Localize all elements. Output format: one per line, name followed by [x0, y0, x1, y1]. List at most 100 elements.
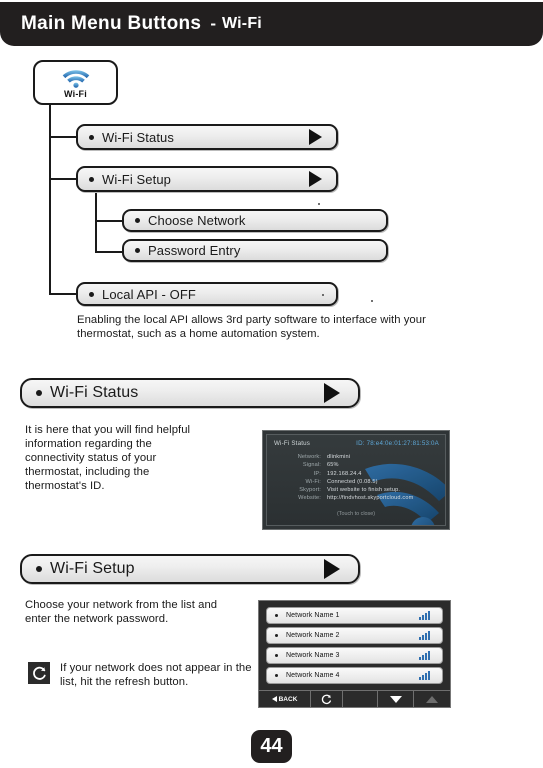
device-screenshot-wifi-status: Wi-Fi Status ID: 78:e4:0e:01:27:81:53:0A… — [262, 430, 450, 530]
signal-strength-icon — [419, 631, 430, 640]
bullet-icon — [89, 176, 94, 182]
tree-branch-choose — [95, 220, 122, 222]
menu-item-label: Password Entry — [148, 243, 241, 258]
back-button[interactable]: BACK — [259, 691, 311, 707]
menu-item-label: Wi-Fi Status — [102, 129, 174, 145]
device-thermostat-id: ID: 78:e4:0e:01:27:81:53:0A — [356, 440, 439, 447]
scan-speck — [322, 294, 324, 296]
scroll-down-button[interactable] — [378, 691, 414, 707]
network-list-item[interactable]: Network Name 1 — [266, 607, 443, 624]
header-separator: - — [210, 14, 216, 33]
device-touch-to-close[interactable]: (Touch to close) — [267, 511, 445, 517]
triangle-down-icon — [389, 695, 402, 703]
menu-item-wifi-setup[interactable]: Wi-Fi Setup — [76, 166, 338, 192]
row-key: Wi-Fi: — [305, 478, 321, 485]
wifi-status-description: It is here that you will find helpful in… — [25, 424, 191, 492]
tree-branch-status — [49, 136, 76, 138]
tree-trunk — [49, 105, 51, 295]
row-key: Skyport: — [299, 487, 321, 494]
device-status-row: Website: http://findvhost.skyportcloud.c… — [274, 495, 439, 501]
wifi-root-button[interactable]: Wi-Fi — [33, 60, 118, 105]
bullet-icon — [36, 566, 42, 572]
page-header: Main Menu Buttons - Wi-Fi — [0, 2, 543, 46]
triangle-up-icon — [426, 695, 438, 703]
bullet-icon — [135, 218, 140, 223]
network-list-item[interactable]: Network Name 3 — [266, 647, 443, 664]
device-status-row: Signal: 65% — [274, 462, 439, 468]
row-key: IP: — [313, 470, 321, 477]
row-value: Visit website to finish setup. — [327, 487, 401, 494]
row-value: http://findvhost.skyportcloud.com — [327, 495, 414, 502]
toolbar-spacer — [343, 691, 378, 707]
refresh-callout-icon-box — [28, 662, 50, 684]
scan-speck — [318, 203, 320, 205]
menu-item-wifi-status[interactable]: Wi-Fi Status — [76, 124, 338, 150]
chevron-right-icon — [324, 559, 340, 579]
chevron-right-icon — [309, 129, 322, 145]
tree-branch-localapi — [49, 293, 76, 295]
scan-speck — [371, 300, 373, 302]
tree-subtrunk — [95, 193, 97, 253]
device-screen-title: Wi-Fi Status — [274, 440, 311, 447]
bullet-icon — [36, 390, 42, 396]
network-name: Network Name 2 — [286, 632, 340, 639]
header-subtitle: Wi-Fi — [221, 15, 262, 32]
device-status-rows: Network: dlinkmini Signal: 65% IP: 192.1… — [274, 454, 439, 504]
chevron-right-icon — [324, 383, 340, 403]
bullet-icon — [275, 634, 278, 637]
menu-item-choose-network[interactable]: Choose Network — [122, 209, 388, 232]
back-label: BACK — [278, 695, 298, 703]
tree-branch-password — [95, 251, 122, 253]
menu-item-local-api[interactable]: Local API - OFF — [76, 282, 338, 306]
row-key: Website: — [298, 495, 321, 502]
row-value: 65% — [327, 462, 339, 469]
row-key: Signal: — [302, 462, 321, 469]
triangle-left-icon — [271, 696, 277, 702]
signal-strength-icon — [419, 611, 430, 620]
refresh-icon — [32, 666, 46, 680]
menu-item-password-entry[interactable]: Password Entry — [122, 239, 388, 262]
row-value: dlinkmini — [327, 454, 351, 460]
row-value: Connected (0.08.5) — [327, 478, 378, 485]
device-screenshot-network-list: Network Name 1 Network Name 2 Network Na… — [258, 600, 451, 708]
device-status-row: Wi-Fi: Connected (0.08.5) — [274, 479, 439, 485]
page-number: 44 — [251, 730, 292, 763]
chevron-right-icon — [309, 171, 322, 187]
tree-branch-setup — [49, 178, 76, 180]
page-title: Main Menu Buttons — [21, 13, 202, 34]
network-name: Network Name 3 — [286, 652, 340, 659]
section-heading-label: Wi-Fi Status — [50, 384, 139, 401]
bullet-icon — [135, 248, 140, 253]
refresh-instruction: If your network does not appear in the l… — [60, 662, 252, 688]
network-name: Network Name 1 — [286, 612, 340, 619]
row-value: 192.168.24.4 — [327, 470, 362, 477]
bullet-icon — [89, 291, 94, 297]
signal-strength-icon — [419, 671, 430, 680]
section-heading-label: Wi-Fi Setup — [50, 560, 135, 577]
device-toolbar: BACK — [259, 690, 450, 707]
bullet-icon — [275, 614, 278, 617]
wifi-icon — [62, 70, 89, 88]
refresh-icon — [321, 694, 332, 704]
section-heading-wifi-setup[interactable]: Wi-Fi Setup — [20, 554, 360, 584]
device-refresh-button[interactable] — [311, 691, 343, 707]
network-list-item[interactable]: Network Name 2 — [266, 627, 443, 644]
scroll-up-button — [414, 691, 450, 707]
signal-strength-icon — [419, 651, 430, 660]
menu-item-label: Local API - OFF — [102, 286, 196, 302]
local-api-note: Enabling the local API allows 3rd party … — [77, 314, 426, 340]
bullet-icon — [275, 674, 278, 677]
section-heading-wifi-status[interactable]: Wi-Fi Status — [20, 378, 360, 408]
wifi-setup-description: Choose your network from the list and en… — [25, 599, 218, 625]
bullet-icon — [89, 134, 94, 140]
menu-item-label: Wi-Fi Setup — [102, 171, 172, 187]
network-name: Network Name 4 — [286, 672, 340, 679]
device-status-row: Network: dlinkmini — [274, 454, 439, 460]
bullet-icon — [275, 654, 278, 657]
menu-item-label: Choose Network — [148, 213, 246, 228]
manual-page: Main Menu Buttons - Wi-Fi Wi-Fi Wi-Fi St… — [0, 0, 543, 768]
device-status-row: Skyport: Visit website to finish setup. — [274, 487, 439, 493]
network-list-item[interactable]: Network Name 4 — [266, 667, 443, 684]
row-key: Network: — [297, 454, 321, 460]
device-status-row: IP: 192.168.24.4 — [274, 471, 439, 477]
